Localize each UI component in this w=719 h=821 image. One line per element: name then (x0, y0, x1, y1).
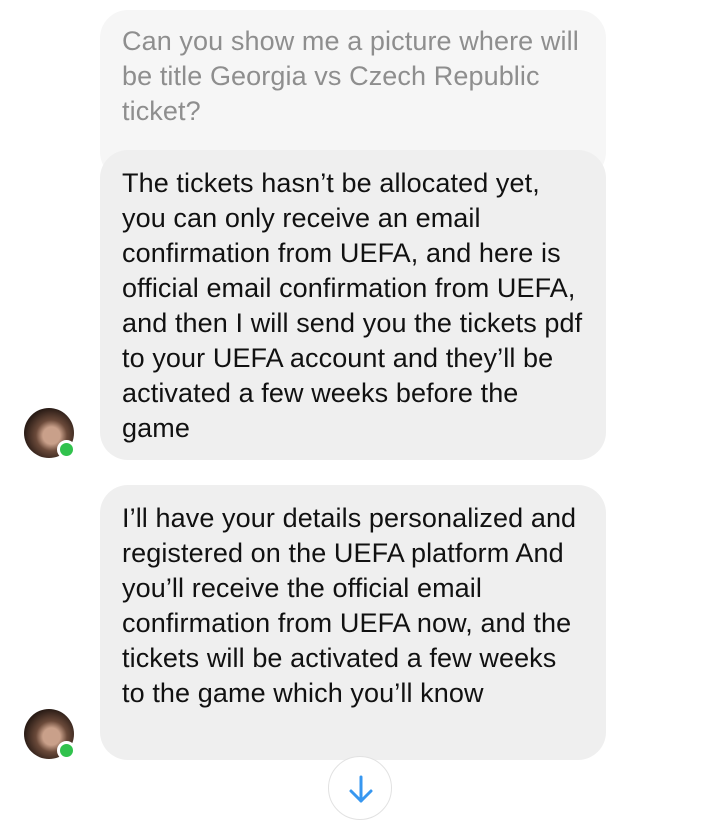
arrow-down-icon (349, 775, 373, 803)
quoted-message-text: Can you show me a picture where will be … (122, 26, 579, 126)
online-status-dot (57, 440, 76, 459)
scroll-to-bottom-button[interactable] (328, 756, 392, 820)
message-text: I’ll have your details personalized and … (122, 503, 577, 708)
message-bubble[interactable]: I’ll have your details personalized and … (100, 485, 606, 760)
sender-avatar[interactable] (24, 408, 76, 459)
message-bubble[interactable]: The tickets hasn’t be allocated yet, you… (100, 150, 606, 460)
sender-avatar[interactable] (24, 709, 76, 760)
online-status-dot (57, 741, 76, 760)
message-text: The tickets hasn’t be allocated yet, you… (122, 168, 583, 443)
